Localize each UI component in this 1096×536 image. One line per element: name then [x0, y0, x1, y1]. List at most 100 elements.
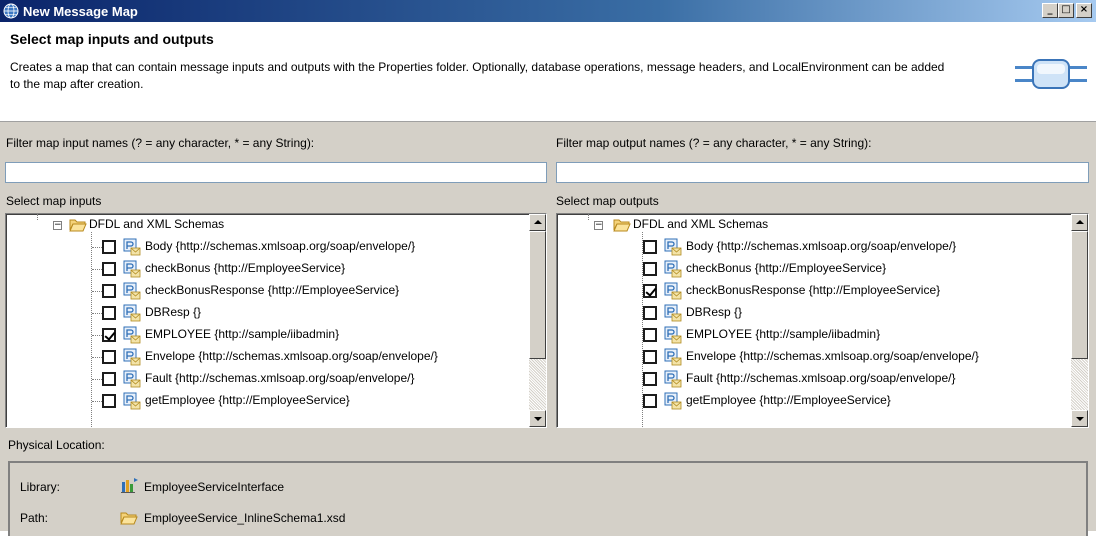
tree-item-label: Envelope {http://schemas.xmlsoap.org/soa… [686, 349, 979, 363]
input-tree-scrollbar[interactable] [529, 214, 546, 427]
tree-item-label: checkBonusResponse {http://EmployeeServi… [686, 283, 941, 297]
path-value: EmployeeService_InlineSchema1.xsd [144, 511, 346, 525]
item-checkbox[interactable] [643, 372, 657, 386]
message-type-icon [123, 370, 141, 388]
tree-item-row[interactable]: getEmployee {http://EmployeeService} [557, 390, 1070, 412]
collapse-icon[interactable]: − [594, 221, 603, 230]
select-outputs-label: Select map outputs [556, 194, 659, 208]
output-filter-label: Filter map output names (? = any charact… [556, 136, 872, 150]
tree-item-row[interactable]: EMPLOYEE {http://sample/iibadmin} [557, 324, 1070, 346]
tree-item-row[interactable]: Envelope {http://schemas.xmlsoap.org/soa… [6, 346, 526, 368]
tree-item-row[interactable]: checkBonus {http://EmployeeService} [6, 258, 526, 280]
tree-item-label: getEmployee {http://EmployeeService} [145, 393, 350, 407]
tree-item-row[interactable]: Body {http://schemas.xmlsoap.org/soap/en… [557, 236, 1070, 258]
item-checkbox[interactable] [102, 284, 116, 298]
window-title: New Message Map [23, 4, 138, 19]
wizard-header: Select map inputs and outputs Creates a … [0, 22, 1096, 122]
tree-item-label: DBResp {} [686, 305, 743, 319]
item-checkbox[interactable] [102, 394, 116, 408]
tree-item-label: Envelope {http://schemas.xmlsoap.org/soa… [145, 349, 438, 363]
message-type-icon [123, 304, 141, 322]
scroll-down-button[interactable] [1071, 410, 1088, 427]
message-type-icon [664, 238, 682, 256]
page-title: Select map inputs and outputs [10, 31, 214, 47]
item-checkbox[interactable] [643, 284, 657, 298]
scroll-down-button[interactable] [529, 410, 546, 427]
tree-item-label: EMPLOYEE {http://sample/iibadmin} [686, 327, 881, 341]
scroll-up-button[interactable] [529, 214, 546, 231]
scroll-thumb[interactable] [1071, 231, 1088, 359]
message-type-icon [664, 370, 682, 388]
tree-item-label: checkBonus {http://EmployeeService} [686, 261, 887, 275]
item-checkbox[interactable] [102, 306, 116, 320]
library-icon [121, 478, 138, 493]
input-filter-field[interactable] [5, 162, 547, 183]
item-checkbox[interactable] [643, 350, 657, 364]
scroll-up-button[interactable] [1071, 214, 1088, 231]
item-checkbox[interactable] [643, 262, 657, 276]
close-button[interactable]: × [1076, 3, 1092, 18]
item-checkbox[interactable] [102, 262, 116, 276]
tree-item-row[interactable]: DBResp {} [557, 302, 1070, 324]
output-tree-scrollbar[interactable] [1071, 214, 1088, 427]
scroll-track[interactable] [1071, 359, 1088, 410]
tree-item-row[interactable]: Body {http://schemas.xmlsoap.org/soap/en… [6, 236, 526, 258]
tree-item-row[interactable]: DBResp {} [6, 302, 526, 324]
input-tree[interactable]: − DFDL and XML Schemas Body {http://sche… [5, 213, 547, 428]
message-type-icon [123, 238, 141, 256]
map-banner-icon [1015, 59, 1087, 89]
output-tree[interactable]: − DFDL and XML Schemas Body {http://sche… [556, 213, 1089, 428]
minimize-button[interactable]: _ [1042, 3, 1058, 18]
folder-open-icon [613, 219, 631, 232]
tree-item-row[interactable]: Fault {http://schemas.xmlsoap.org/soap/e… [6, 368, 526, 390]
tree-item-row[interactable]: checkBonusResponse {http://EmployeeServi… [557, 280, 1070, 302]
message-type-icon [123, 326, 141, 344]
folder-open-icon [120, 512, 138, 525]
title-bar: New Message Map _ □ × [0, 0, 1096, 22]
item-checkbox[interactable] [643, 240, 657, 254]
item-checkbox[interactable] [102, 350, 116, 364]
collapse-icon[interactable]: − [53, 221, 62, 230]
maximize-button[interactable]: □ [1058, 3, 1074, 18]
tree-item-row[interactable]: checkBonusResponse {http://EmployeeServi… [6, 280, 526, 302]
tree-item-label: Body {http://schemas.xmlsoap.org/soap/en… [686, 239, 957, 253]
input-folder-label: DFDL and XML Schemas [89, 217, 225, 231]
path-label: Path: [20, 511, 49, 525]
output-folder-row[interactable]: − DFDL and XML Schemas [557, 214, 1067, 236]
output-filter-field[interactable] [556, 162, 1089, 183]
scroll-thumb[interactable] [529, 231, 546, 359]
item-checkbox[interactable] [102, 328, 116, 342]
tree-item-row[interactable]: checkBonus {http://EmployeeService} [557, 258, 1070, 280]
tree-item-row[interactable]: EMPLOYEE {http://sample/iibadmin} [6, 324, 526, 346]
select-inputs-label: Select map inputs [6, 194, 102, 208]
tree-item-label: getEmployee {http://EmployeeService} [686, 393, 891, 407]
message-type-icon [664, 304, 682, 322]
message-type-icon [664, 348, 682, 366]
physical-location-label: Physical Location: [8, 438, 105, 452]
item-checkbox[interactable] [102, 240, 116, 254]
globe-icon [3, 3, 19, 19]
message-type-icon [123, 282, 141, 300]
tree-item-row[interactable]: Fault {http://schemas.xmlsoap.org/soap/e… [557, 368, 1070, 390]
input-folder-row[interactable]: − DFDL and XML Schemas [6, 214, 526, 236]
message-type-icon [664, 392, 682, 410]
item-checkbox[interactable] [102, 372, 116, 386]
message-type-icon [664, 326, 682, 344]
folder-open-icon [69, 219, 87, 232]
message-type-icon [664, 282, 682, 300]
tree-item-row[interactable]: Envelope {http://schemas.xmlsoap.org/soa… [557, 346, 1070, 368]
tree-item-label: Fault {http://schemas.xmlsoap.org/soap/e… [145, 371, 415, 385]
input-filter-label: Filter map input names (? = any characte… [6, 136, 315, 150]
tree-item-label: Fault {http://schemas.xmlsoap.org/soap/e… [686, 371, 956, 385]
tree-item-label: checkBonusResponse {http://EmployeeServi… [145, 283, 400, 297]
message-type-icon [123, 392, 141, 410]
item-checkbox[interactable] [643, 306, 657, 320]
tree-item-row[interactable]: getEmployee {http://EmployeeService} [6, 390, 526, 412]
scroll-track[interactable] [529, 359, 546, 410]
message-type-icon [123, 260, 141, 278]
physical-location-panel: Library: EmployeeServiceInterface Path: … [8, 461, 1088, 536]
item-checkbox[interactable] [643, 394, 657, 408]
output-folder-label: DFDL and XML Schemas [633, 217, 769, 231]
item-checkbox[interactable] [643, 328, 657, 342]
page-description: Creates a map that can contain message i… [10, 60, 945, 91]
